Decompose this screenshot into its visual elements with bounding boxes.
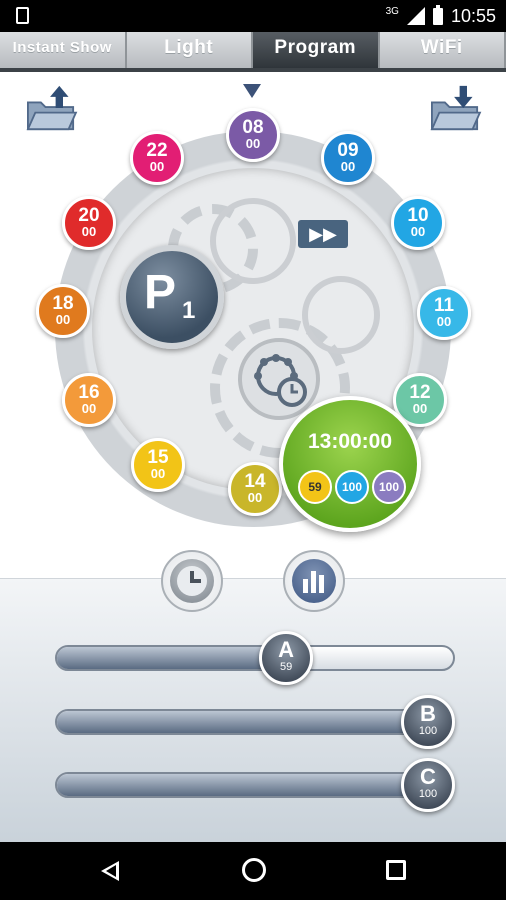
battery-icon <box>432 4 443 25</box>
slider-c-track[interactable] <box>55 772 455 798</box>
slider-b-track[interactable] <box>55 709 455 735</box>
tab-bar: Instant Show Light Program WiFi <box>0 32 506 68</box>
dial-pointer-icon <box>243 84 261 98</box>
tab-light[interactable]: Light <box>126 32 253 68</box>
status-bar: 3G 10:55 <box>0 0 506 32</box>
schedule-point-09[interactable]: 09 00 <box>321 131 375 185</box>
home-icon[interactable] <box>242 858 266 882</box>
folder-download-icon[interactable] <box>426 84 484 132</box>
slider-c-knob[interactable]: C 100 <box>401 758 455 812</box>
schedule-point-16[interactable]: 16 00 <box>62 373 116 427</box>
program-letter: P <box>144 266 177 319</box>
bar-chart-icon <box>303 571 324 593</box>
channel-b-value-chip: 100 <box>335 470 369 504</box>
clock-icon <box>177 566 207 596</box>
schedule-point-14[interactable]: 14 00 <box>228 462 282 516</box>
tab-program[interactable]: Program <box>253 32 380 68</box>
nav-bar <box>0 842 506 900</box>
sd-card-icon <box>16 7 29 24</box>
slider-a-fill <box>57 647 289 669</box>
channel-a-value-chip: 59 <box>298 470 332 504</box>
folder-upload-icon[interactable] <box>22 84 80 132</box>
slider-c-fill <box>57 774 430 796</box>
schedule-point-15[interactable]: 15 00 <box>131 438 185 492</box>
fast-forward-button[interactable]: ▶▶ <box>298 220 348 248</box>
back-icon[interactable] <box>101 861 119 881</box>
clock: 10:55 <box>450 5 496 26</box>
channel-c-value-chip: 100 <box>372 470 406 504</box>
schedule-point-22[interactable]: 22 00 <box>130 131 184 185</box>
tab-underline <box>0 68 506 72</box>
gear-icon <box>210 198 296 284</box>
slider-b-fill <box>57 711 430 733</box>
schedule-point-11[interactable]: 11 00 <box>417 286 471 340</box>
recent-apps-icon[interactable] <box>386 860 406 880</box>
schedule-point-18[interactable]: 18 00 <box>36 284 90 338</box>
schedule-point-10[interactable]: 10 00 <box>391 196 445 250</box>
control-panel: A 59 B 100 C 100 <box>0 550 506 843</box>
tab-wifi[interactable]: WiFi <box>379 32 506 68</box>
current-time-display[interactable]: 13:00:00 59 100 100 <box>279 396 421 532</box>
slider-b-knob[interactable]: B 100 <box>401 695 455 749</box>
signal-icon <box>406 7 425 25</box>
program-number: 1 <box>182 297 196 324</box>
network-type: 3G <box>385 5 399 17</box>
schedule-clock-icon <box>238 338 320 420</box>
intensity-mode-button[interactable] <box>283 550 345 612</box>
time-mode-button[interactable] <box>161 550 223 612</box>
current-time: 13:00:00 <box>307 430 393 453</box>
schedule-point-20[interactable]: 20 00 <box>62 196 116 250</box>
schedule-point-08[interactable]: 08 00 <box>226 108 280 162</box>
program-p1-button[interactable]: P 1 <box>120 245 224 349</box>
tab-instant-show[interactable]: Instant Show <box>0 32 127 68</box>
slider-a-knob[interactable]: A 59 <box>259 631 314 685</box>
slider-a-track[interactable] <box>55 645 455 671</box>
